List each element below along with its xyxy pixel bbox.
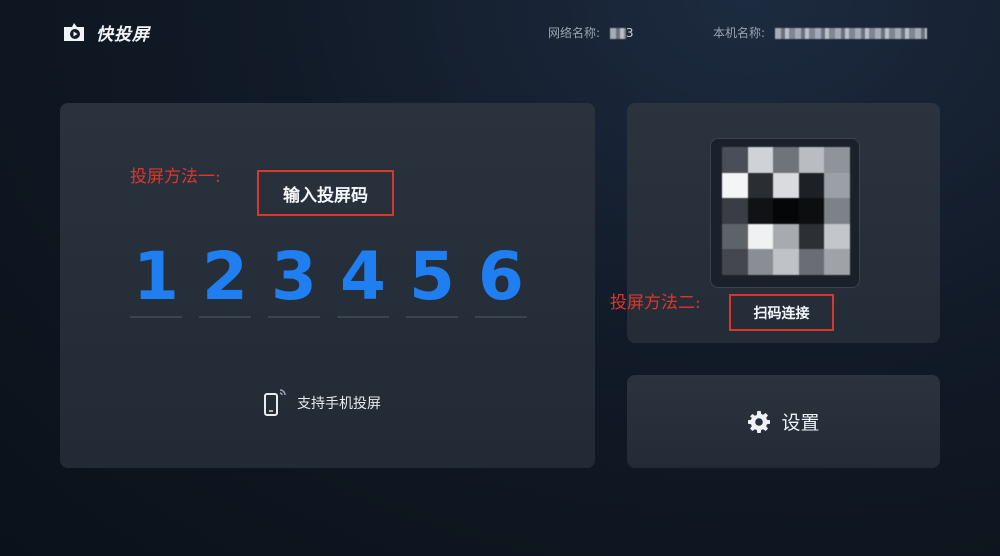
phone-support-text: 支持手机投屏 [297, 396, 381, 412]
code-digit: 1 [130, 240, 182, 318]
code-digit: 3 [268, 240, 320, 318]
qr-cell [798, 223, 825, 250]
method1-annotation: 投屏方法一: [130, 167, 221, 187]
phone-support: 支持手机投屏 [263, 388, 381, 418]
qr-cell [773, 223, 799, 250]
qr-cell [773, 172, 799, 199]
scan-connect-label: 扫码连接 [729, 294, 834, 331]
code-digit: 6 [475, 240, 527, 318]
qr-cell [747, 172, 774, 199]
app-name: 快投屏 [96, 24, 150, 45]
qr-cell [773, 198, 799, 224]
qr-cell [722, 223, 748, 250]
screen-code: 1 2 3 4 5 6 [130, 240, 527, 318]
gear-icon [748, 410, 771, 433]
settings-label: 设置 [781, 412, 820, 434]
qr-cell [773, 249, 799, 275]
qr-cell [824, 249, 850, 275]
device-info: 本机名称: [713, 24, 927, 41]
network-value-blurred [609, 28, 626, 39]
qr-cell [798, 249, 825, 275]
network-value: 3 [625, 26, 634, 40]
phone-cast-icon [264, 389, 286, 416]
code-digit: 5 [406, 240, 458, 318]
qr-cell [798, 198, 825, 224]
code-digit: 4 [337, 240, 389, 318]
qr-cell [747, 198, 774, 224]
qr-cell [722, 198, 748, 224]
enter-code-title: 输入投屏码 [257, 170, 394, 216]
qr-code [722, 147, 850, 275]
network-info: 网络名称: 3 [548, 24, 634, 41]
method2-annotation: 投屏方法二: [610, 293, 701, 313]
device-label: 本机名称: [713, 26, 766, 40]
qr-cell [773, 147, 799, 173]
qr-cell [798, 147, 825, 173]
qr-cell [798, 172, 825, 199]
qr-cell [824, 198, 850, 224]
settings-button[interactable]: 设置 [627, 375, 940, 468]
qr-cell [747, 147, 774, 173]
qr-cell [824, 172, 850, 199]
qr-cell [824, 223, 850, 250]
qr-cell [722, 147, 748, 173]
app-logo-icon [64, 23, 84, 41]
device-value-blurred [774, 28, 927, 39]
network-label: 网络名称: [548, 26, 601, 40]
qr-cell [824, 147, 850, 173]
qr-cell [747, 223, 774, 250]
qr-cell [747, 249, 774, 275]
app-logo: 快投屏 [60, 18, 150, 46]
code-digit: 2 [199, 240, 251, 318]
qr-cell [722, 249, 748, 275]
qr-cell [722, 172, 748, 199]
